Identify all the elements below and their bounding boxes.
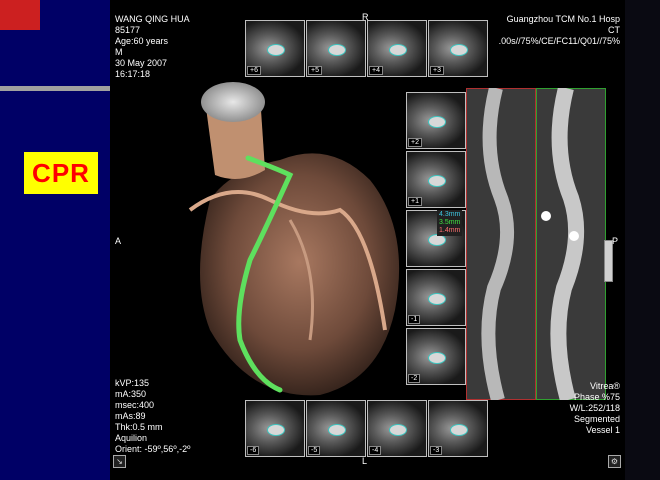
- vendor-name: Vitrea®: [590, 381, 620, 391]
- measurement-3: 1.4mm: [439, 227, 461, 234]
- heart-3d-render[interactable]: [170, 80, 415, 410]
- render-mode: Segmented: [573, 414, 620, 424]
- patient-name: WANG QING HUA: [115, 14, 190, 24]
- site-info: Guangzhou TCM No.1 Hosp CT .00s//75%/CE/…: [499, 14, 620, 47]
- settings-icon[interactable]: ⚙: [608, 455, 621, 468]
- study-date: 30 May 2007: [115, 58, 168, 68]
- measurement-1: 4.3mm: [439, 211, 461, 218]
- cpr-badge: CPR: [24, 152, 98, 194]
- left-strip: [0, 0, 110, 480]
- red-square: [0, 0, 40, 30]
- aorta-cut-surface: [201, 82, 265, 122]
- orientation-top: R: [362, 12, 369, 22]
- patient-id: 85177: [115, 25, 141, 35]
- hospital-name: Guangzhou TCM No.1 Hosp: [506, 14, 620, 24]
- thumb-bottom-4[interactable]: -3: [428, 400, 488, 457]
- orientation-bottom: L: [362, 456, 368, 466]
- orientation-angles: Orient: -59º,56º,-2º: [115, 444, 191, 454]
- thumb-top-2[interactable]: +5: [306, 20, 366, 77]
- protocol: .00s//75%/CE/FC11/Q01//75%: [498, 36, 620, 46]
- scan-msec: msec:400: [115, 400, 155, 410]
- patient-info: WANG QING HUA 85177 Age:60 years M 30 Ma…: [115, 14, 190, 80]
- thumb-right-2[interactable]: +1: [406, 151, 466, 208]
- thumb-top-3[interactable]: +4: [367, 20, 427, 77]
- cpr-straightened-view[interactable]: [466, 88, 606, 400]
- window-level: W/L:252/118: [569, 403, 620, 413]
- scroll-handle[interactable]: [604, 240, 613, 282]
- measurement-box: 4.3mm 3.5mm 1.4mm: [437, 210, 463, 236]
- scan-ma: mA:350: [115, 389, 147, 399]
- measurement-2: 3.5mm: [439, 219, 461, 226]
- orientation-right: P: [612, 236, 619, 246]
- patient-sex: M: [115, 47, 123, 57]
- thumb-top-4[interactable]: +3: [428, 20, 488, 77]
- thumb-top-1[interactable]: +6: [245, 20, 305, 77]
- heart-body: [200, 153, 400, 396]
- thumb-right-4[interactable]: -1: [406, 269, 466, 326]
- vessel-name: Vessel 1: [585, 425, 620, 435]
- scan-thickness: Thk:0.5 mm: [115, 422, 163, 432]
- scan-params: kVP:135 mA:350 msec:400 mAs:89 Thk:0.5 m…: [115, 378, 190, 455]
- thumb-bottom-1[interactable]: -6: [245, 400, 305, 457]
- thumb-right-5[interactable]: -2: [406, 328, 466, 385]
- scanner-model: Aquilion: [115, 433, 148, 443]
- scan-mas: mAs:89: [115, 411, 146, 421]
- cpr-vessel-curve: [481, 88, 585, 400]
- gray-divider: [0, 86, 110, 91]
- expand-icon[interactable]: ↘: [113, 455, 126, 468]
- thumb-bottom-3[interactable]: -4: [367, 400, 427, 457]
- render-info: Vitrea® Phase %75 W/L:252/118 Segmented …: [570, 381, 620, 436]
- study-time: 16:17:18: [115, 69, 151, 79]
- thumb-bottom-2[interactable]: -5: [306, 400, 366, 457]
- patient-age: Age:60 years: [115, 36, 169, 46]
- scan-kvp: kVP:135: [115, 378, 150, 388]
- thumb-right-1[interactable]: +2: [406, 92, 466, 149]
- orientation-left: A: [115, 236, 122, 246]
- modality: CT: [608, 25, 620, 35]
- phase: Phase %75: [573, 392, 620, 402]
